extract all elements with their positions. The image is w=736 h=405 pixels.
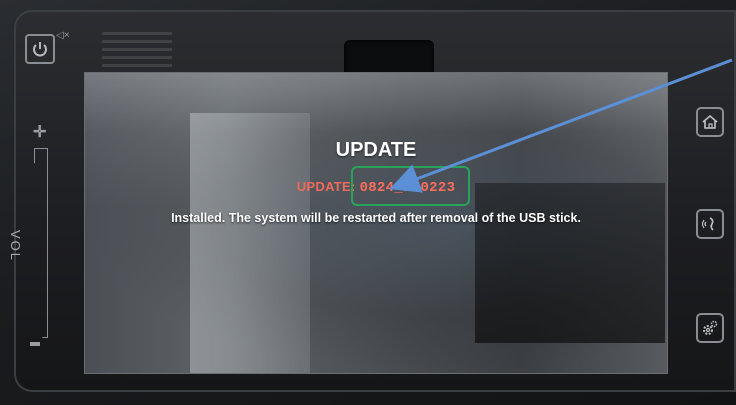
volume-minus-icon[interactable] bbox=[30, 342, 40, 346]
home-icon bbox=[702, 114, 718, 129]
display-screen: UPDATE UPDATE: 0824_170223 Installed. Th… bbox=[84, 72, 668, 374]
volume-plus-icon[interactable]: ✛ bbox=[33, 122, 46, 142]
update-screen-content: UPDATE UPDATE: 0824_170223 Installed. Th… bbox=[85, 73, 667, 373]
voice-icon bbox=[701, 217, 714, 231]
update-label: UPDATE: bbox=[296, 179, 356, 194]
mute-icon: ◁× bbox=[56, 30, 70, 41]
volume-label: VOL bbox=[8, 230, 23, 263]
settings-icon bbox=[703, 320, 718, 335]
power-button[interactable] bbox=[25, 34, 55, 64]
settings-button[interactable] bbox=[696, 313, 724, 343]
voice-button[interactable] bbox=[696, 209, 724, 239]
install-status-message: Installed. The system will be restarted … bbox=[171, 211, 581, 225]
version-highlight-box bbox=[351, 166, 470, 206]
page-title: UPDATE bbox=[335, 139, 417, 161]
home-button[interactable] bbox=[696, 107, 724, 137]
bezel-label-marks bbox=[102, 32, 172, 72]
power-icon bbox=[33, 42, 47, 57]
